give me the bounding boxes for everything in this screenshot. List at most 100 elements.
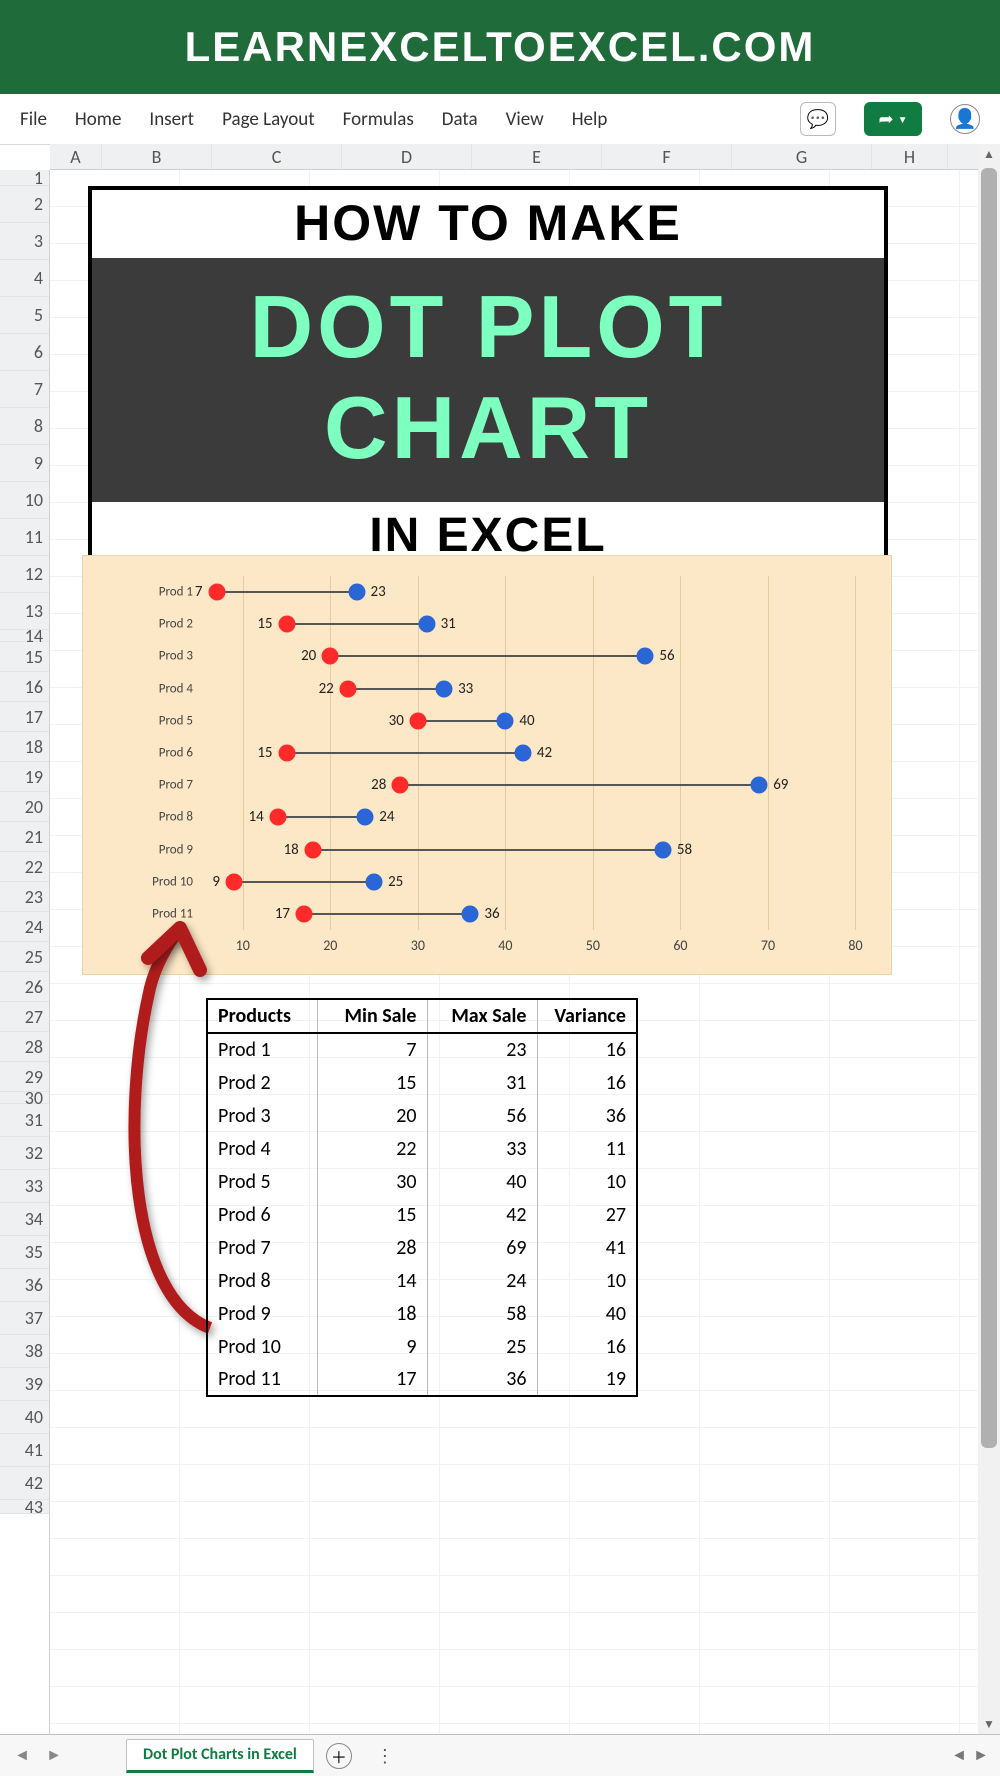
ribbon-page-layout[interactable]: Page Layout: [222, 108, 315, 131]
col-H[interactable]: H: [872, 144, 948, 169]
row-16[interactable]: 16: [0, 672, 49, 702]
row-22[interactable]: 22: [0, 852, 49, 882]
row-18[interactable]: 18: [0, 732, 49, 762]
ribbon-file[interactable]: File: [20, 108, 47, 131]
row-30[interactable]: 30: [0, 1092, 49, 1104]
row-9[interactable]: 9: [0, 445, 49, 482]
tabs-next-icon[interactable]: ►: [40, 1742, 68, 1770]
share-button[interactable]: ➦▼: [864, 102, 922, 136]
col-D[interactable]: D: [342, 144, 472, 169]
row-37[interactable]: 37: [0, 1302, 49, 1335]
max-label: 24: [379, 808, 394, 826]
row-38[interactable]: 38: [0, 1335, 49, 1368]
row-10[interactable]: 10: [0, 482, 49, 519]
col-C[interactable]: C: [212, 144, 342, 169]
row-26[interactable]: 26: [0, 972, 49, 1002]
max-label: 69: [773, 776, 788, 794]
row-21[interactable]: 21: [0, 822, 49, 852]
y-label: Prod 2: [159, 617, 193, 632]
ribbon-data[interactable]: Data: [442, 108, 478, 131]
table-header: Min Sale: [317, 999, 427, 1033]
col-B[interactable]: B: [102, 144, 212, 169]
ribbon-view[interactable]: View: [506, 108, 544, 131]
scroll-thumb[interactable]: [981, 168, 997, 1448]
table-cell: Prod 1: [207, 1033, 317, 1066]
add-sheet-button[interactable]: ＋: [326, 1743, 352, 1769]
user-avatar-icon[interactable]: 👤: [950, 104, 980, 134]
row-20[interactable]: 20: [0, 792, 49, 822]
min-label: 17: [275, 905, 290, 923]
row-15[interactable]: 15: [0, 642, 49, 672]
vertical-scrollbar[interactable]: ▲ ▼: [978, 144, 1000, 1734]
table-header: Variance: [537, 999, 637, 1033]
row-23[interactable]: 23: [0, 882, 49, 912]
row-14[interactable]: 14: [0, 630, 49, 642]
table-cell: Prod 9: [207, 1297, 317, 1330]
site-header: LEARNEXCELTOEXCEL.COM: [0, 0, 1000, 94]
ribbon-formulas[interactable]: Formulas: [343, 108, 414, 131]
table-cell: 56: [427, 1099, 537, 1132]
row-40[interactable]: 40: [0, 1401, 49, 1434]
row-17[interactable]: 17: [0, 702, 49, 732]
row-11[interactable]: 11: [0, 519, 49, 556]
table-cell: 36: [427, 1363, 537, 1396]
row-headers: 1234567891011121314151617181920212223242…: [0, 170, 50, 1734]
col-G[interactable]: G: [732, 144, 872, 169]
table-row: Prod 3205636: [207, 1099, 637, 1132]
row-35[interactable]: 35: [0, 1236, 49, 1269]
table-cell: 33: [427, 1132, 537, 1165]
ribbon-home[interactable]: Home: [75, 108, 122, 131]
sheet-tab-active[interactable]: Dot Plot Charts in Excel: [126, 1739, 314, 1773]
min-dot: [278, 745, 295, 762]
row-36[interactable]: 36: [0, 1269, 49, 1302]
table-cell: 25: [427, 1330, 537, 1363]
row-32[interactable]: 32: [0, 1137, 49, 1170]
ribbon-insert[interactable]: Insert: [149, 108, 194, 131]
y-label: Prod 7: [159, 778, 193, 793]
row-2[interactable]: 2: [0, 186, 49, 223]
col-A[interactable]: A: [50, 144, 102, 169]
row-12[interactable]: 12: [0, 556, 49, 593]
row-19[interactable]: 19: [0, 762, 49, 792]
table-cell: 14: [317, 1264, 427, 1297]
table-cell: Prod 11: [207, 1363, 317, 1396]
row-25[interactable]: 25: [0, 942, 49, 972]
row-6[interactable]: 6: [0, 334, 49, 371]
row-43[interactable]: 43: [0, 1500, 49, 1514]
max-label: 56: [659, 647, 674, 665]
row-24[interactable]: 24: [0, 912, 49, 942]
row-1[interactable]: 1: [0, 170, 49, 186]
connector-line: [304, 913, 470, 915]
row-7[interactable]: 7: [0, 371, 49, 408]
connector-line: [217, 591, 357, 593]
title-mid: DOT PLOT CHART: [92, 258, 884, 502]
dot-plot-chart[interactable]: 1020304050607080Prod 1723Prod 21531Prod …: [82, 555, 892, 975]
max-label: 23: [371, 583, 386, 601]
column-headers: ABCDEFGH: [50, 144, 978, 170]
scroll-up-icon[interactable]: ▲: [978, 144, 1000, 164]
more-options-icon[interactable]: ⋮: [376, 1745, 394, 1767]
row-39[interactable]: 39: [0, 1368, 49, 1401]
row-8[interactable]: 8: [0, 408, 49, 445]
ribbon-help[interactable]: Help: [572, 108, 608, 131]
row-27[interactable]: 27: [0, 1002, 49, 1032]
col-F[interactable]: F: [602, 144, 732, 169]
table-cell: Prod 4: [207, 1132, 317, 1165]
table-cell: 16: [537, 1066, 637, 1099]
min-label: 15: [257, 744, 272, 762]
row-4[interactable]: 4: [0, 260, 49, 297]
row-3[interactable]: 3: [0, 223, 49, 260]
tabs-prev-icon[interactable]: ◄: [8, 1742, 36, 1770]
row-41[interactable]: 41: [0, 1434, 49, 1467]
hscroll-right-icon[interactable]: ►: [970, 1746, 992, 1765]
row-34[interactable]: 34: [0, 1203, 49, 1236]
row-5[interactable]: 5: [0, 297, 49, 334]
comments-button[interactable]: 💬: [800, 102, 836, 136]
row-28[interactable]: 28: [0, 1032, 49, 1062]
scroll-down-icon[interactable]: ▼: [978, 1714, 1000, 1734]
table-row: Prod 7286941: [207, 1231, 637, 1264]
row-31[interactable]: 31: [0, 1104, 49, 1137]
row-33[interactable]: 33: [0, 1170, 49, 1203]
col-E[interactable]: E: [472, 144, 602, 169]
hscroll-left-icon[interactable]: ◄: [948, 1746, 970, 1765]
